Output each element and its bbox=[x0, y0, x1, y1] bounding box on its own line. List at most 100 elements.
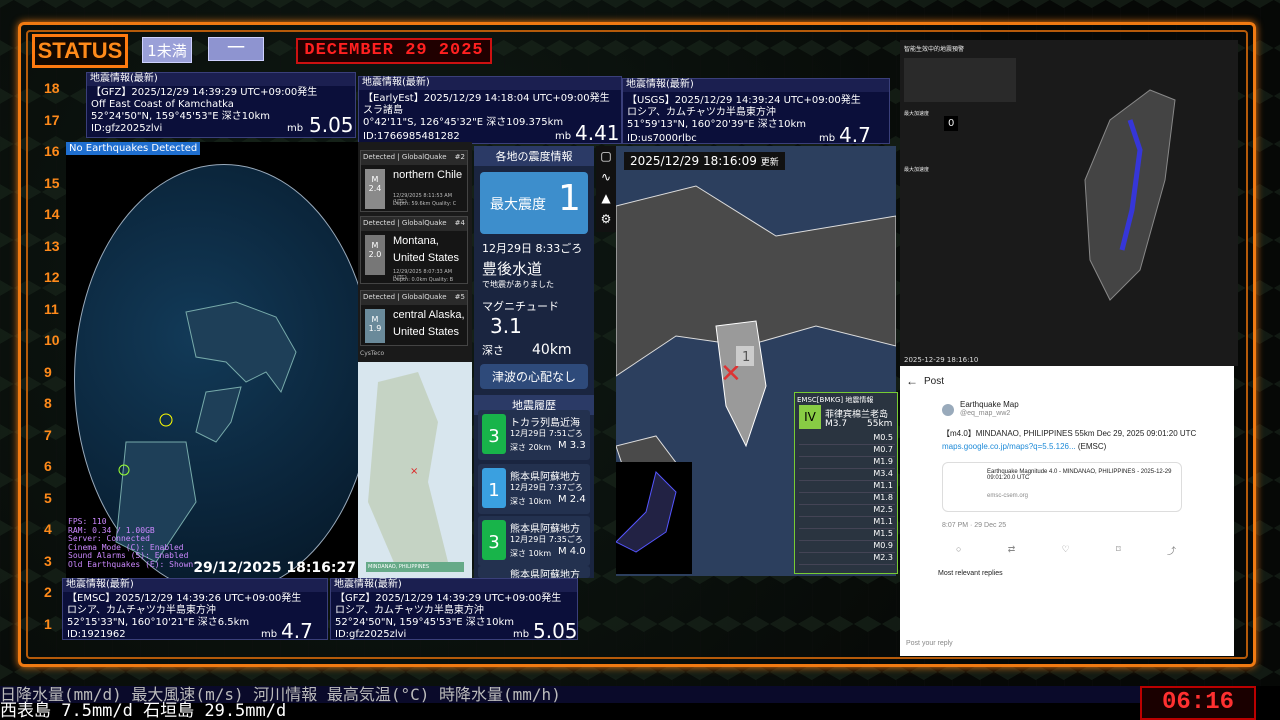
ruler-tick: 18 bbox=[44, 80, 60, 96]
ruler-tick: 10 bbox=[44, 332, 60, 348]
globe-timestamp: 29/12/2025 18:16:27 bbox=[193, 560, 356, 576]
avatar[interactable] bbox=[942, 404, 954, 416]
emsc-list-item[interactable]: M3.4 bbox=[799, 469, 895, 481]
share-icon[interactable]: ⤴ bbox=[1167, 544, 1176, 557]
nied-map[interactable] bbox=[616, 462, 692, 574]
repost-icon[interactable]: ⇄ bbox=[1008, 544, 1016, 557]
post-link[interactable]: maps.google.co.jp/maps?q=5.5.126... bbox=[942, 442, 1076, 451]
mag-label: M bbox=[371, 241, 379, 250]
panel-line: Off East Coast of Kamchatka bbox=[91, 99, 234, 110]
nied-map-land bbox=[616, 471, 677, 553]
emsc-mag: M3.7 bbox=[825, 419, 848, 429]
emsc-list-item[interactable]: M2.5 bbox=[799, 505, 895, 517]
card-title: Earthquake Magnitude 4.0 - MINDANAO, PHI… bbox=[987, 469, 1172, 481]
dash-button[interactable]: 一 bbox=[208, 37, 264, 61]
jma-title: 各地の震度情報 bbox=[474, 146, 594, 166]
panel-line: ロシア、カムチャツカ半島東方沖 bbox=[67, 605, 216, 616]
panel-line: 【USGS】2025/12/29 14:39:24 UTC+09:00発生 bbox=[627, 95, 861, 106]
mag-unit: mb bbox=[555, 131, 572, 142]
emsc-list-item[interactable]: M1.5 bbox=[799, 529, 895, 541]
max-intensity-label: 最大震度 bbox=[490, 197, 546, 213]
quake-time: 12月29日 8:33ごろ bbox=[482, 242, 583, 255]
history-intensity: 3 bbox=[482, 520, 506, 560]
no-earthquakes-badge: No Earthquakes Detected bbox=[66, 142, 201, 155]
emsc-depth: 55km bbox=[867, 419, 893, 429]
history-intensity: 1 bbox=[482, 468, 506, 508]
history-time: 12月29日 7:35ごろ bbox=[510, 535, 583, 544]
emsc-list-item[interactable]: M0.5 bbox=[799, 433, 895, 445]
mag-label: マグニチュード bbox=[482, 300, 559, 313]
emsc-list-item[interactable]: M1.8 bbox=[799, 493, 895, 505]
panel-line: ロシア、カムチャツカ半島東方沖 bbox=[335, 605, 484, 616]
emsc-list-item[interactable]: M1.1 bbox=[799, 481, 895, 493]
card-header: Detected | GlobalQuake bbox=[363, 293, 447, 301]
map-toolbar: ▢ ∿ ▲ ⚙ bbox=[596, 146, 616, 232]
globalquake-list: Detected | GlobalQuake #2 M 2.4 northern … bbox=[358, 142, 472, 362]
card-place: northern Chile bbox=[393, 169, 463, 181]
quake-card[interactable]: Detected | GlobalQuake #2 M 2.4 northern … bbox=[360, 150, 468, 212]
quake-desc: で地震がありました bbox=[482, 280, 554, 289]
card-depth: Depth: 59.6km Quality: C bbox=[393, 201, 457, 207]
history-time: 12月29日 7:37ごろ bbox=[510, 483, 583, 492]
emsc-list-item[interactable]: M2.3 bbox=[799, 553, 895, 565]
ruler-tick: 15 bbox=[44, 174, 60, 191]
panel-line: 【EMSC】2025/12/29 14:39:26 UTC+09:00発生 bbox=[67, 593, 302, 604]
back-icon[interactable]: ← bbox=[906, 374, 918, 388]
eq-panel-usgs: 地震情報(最新) 【USGS】2025/12/29 14:39:24 UTC+0… bbox=[622, 78, 890, 147]
history-mag: M 4.0 bbox=[558, 546, 586, 557]
history-item[interactable]: 3 トカラ列島近海 12月29日 7:51ごろ 深さ 20km M 3.3 bbox=[478, 410, 590, 460]
taiwan-map bbox=[1084, 89, 1176, 301]
magnitude: 4.7 bbox=[839, 123, 871, 147]
card-num: #2 bbox=[454, 153, 465, 161]
quake-card[interactable]: Detected | GlobalQuake #4 M 2.0 Montana, … bbox=[360, 216, 468, 284]
panel-id: ID:gfz2025zlvi bbox=[91, 123, 163, 134]
card-num: #4 bbox=[454, 219, 465, 227]
sort-replies[interactable]: Most relevant replies bbox=[938, 570, 1003, 577]
mini-map[interactable]: × MINDANAO, PHILIPPINES bbox=[358, 362, 472, 578]
reply-input[interactable]: Post your reply bbox=[906, 640, 953, 647]
history-time: 12月29日 7:51ごろ bbox=[510, 429, 583, 438]
ruler-tick: 12 bbox=[44, 269, 60, 285]
history-intensity: 3 bbox=[482, 414, 506, 454]
toolbar-icons[interactable]: ▢ ∿ ▲ ⚙ bbox=[596, 146, 616, 230]
bookmark-icon[interactable]: ⌑ bbox=[1116, 544, 1121, 557]
globe-view[interactable]: No Earthquakes Detected FPS: 110 RAM: 0.… bbox=[66, 142, 358, 578]
link-card[interactable]: Earthquake Magnitude 4.0 - MINDANAO, PHI… bbox=[942, 462, 1182, 512]
emsc-list-item[interactable]: M0.7 bbox=[799, 445, 895, 457]
history-item[interactable]: 3 熊本県阿蘇地方 12月29日 7:35ごろ 深さ 10km M 4.0 bbox=[478, 516, 590, 566]
history-item[interactable]: 1 熊本県阿蘇地方 12月29日 7:37ごろ 深さ 10km M 2.4 bbox=[478, 464, 590, 514]
ruler-tick: 17 bbox=[44, 111, 60, 128]
card-depth: Depth: 0.0km Quality: B bbox=[393, 277, 454, 283]
panel-line: 52°15'33"N, 160°10'21"E 深さ6.5km bbox=[67, 617, 250, 628]
panel-line: ロシア、カムチャツカ半島東方沖 bbox=[627, 107, 776, 118]
eq-panel-earlyest: 地震情報(最新) 【EarlyEst】2025/12/29 14:18:04 U… bbox=[358, 76, 622, 145]
taiwan-eew-map[interactable]: 智能生效中的地震預警 最大加速度 0 最大加速度 2025-12-29 18:1… bbox=[900, 40, 1238, 366]
magnitude: 5.05 bbox=[533, 619, 578, 643]
emsc-list-item[interactable]: M1.9 bbox=[799, 457, 895, 469]
ruler-tick: 3 bbox=[44, 552, 52, 569]
post-handle: @eq_map_ww2 bbox=[960, 410, 1011, 417]
like-icon[interactable]: ♡ bbox=[1062, 544, 1070, 557]
mag-unit: mb bbox=[261, 629, 278, 640]
map-updated: 更新 bbox=[760, 158, 779, 168]
magnitude: 4.7 bbox=[281, 619, 313, 643]
ticker-line-2: 西表島 7.5mm/d 石垣島 29.5mm/d bbox=[0, 703, 1140, 720]
quake-card[interactable]: Detected | GlobalQuake #5 M 1.9 central A… bbox=[360, 290, 468, 346]
status-label: STATUS bbox=[32, 34, 128, 68]
ruler-tick: 11 bbox=[44, 300, 59, 317]
intensity-button[interactable]: 1未満 bbox=[142, 37, 192, 63]
history-item[interactable]: 熊本県阿蘇地方 bbox=[478, 566, 590, 581]
post-user[interactable]: Earthquake Map bbox=[960, 400, 1019, 409]
clock-display: 06:16 bbox=[1140, 686, 1256, 720]
history-depth: 深さ 20km bbox=[510, 443, 552, 452]
mag-value: 2.0 bbox=[368, 250, 382, 259]
panel-id: ID:1921962 bbox=[67, 629, 126, 640]
eq-panel-emsc: 地震情報(最新) 【EMSC】2025/12/29 14:39:26 UTC+0… bbox=[62, 578, 328, 643]
emsc-list-item[interactable]: M0.9 bbox=[799, 541, 895, 553]
ruler-tick: 1 bbox=[44, 615, 52, 632]
emsc-list-item[interactable]: M1.1 bbox=[799, 517, 895, 529]
ruler-tick: 7 bbox=[44, 426, 52, 443]
social-post: ← Post Earthquake Map @eq_map_ww2 【m4.0】… bbox=[900, 366, 1234, 656]
reply-icon[interactable]: ○ bbox=[956, 544, 961, 557]
mag-value: 1.9 bbox=[368, 324, 382, 333]
